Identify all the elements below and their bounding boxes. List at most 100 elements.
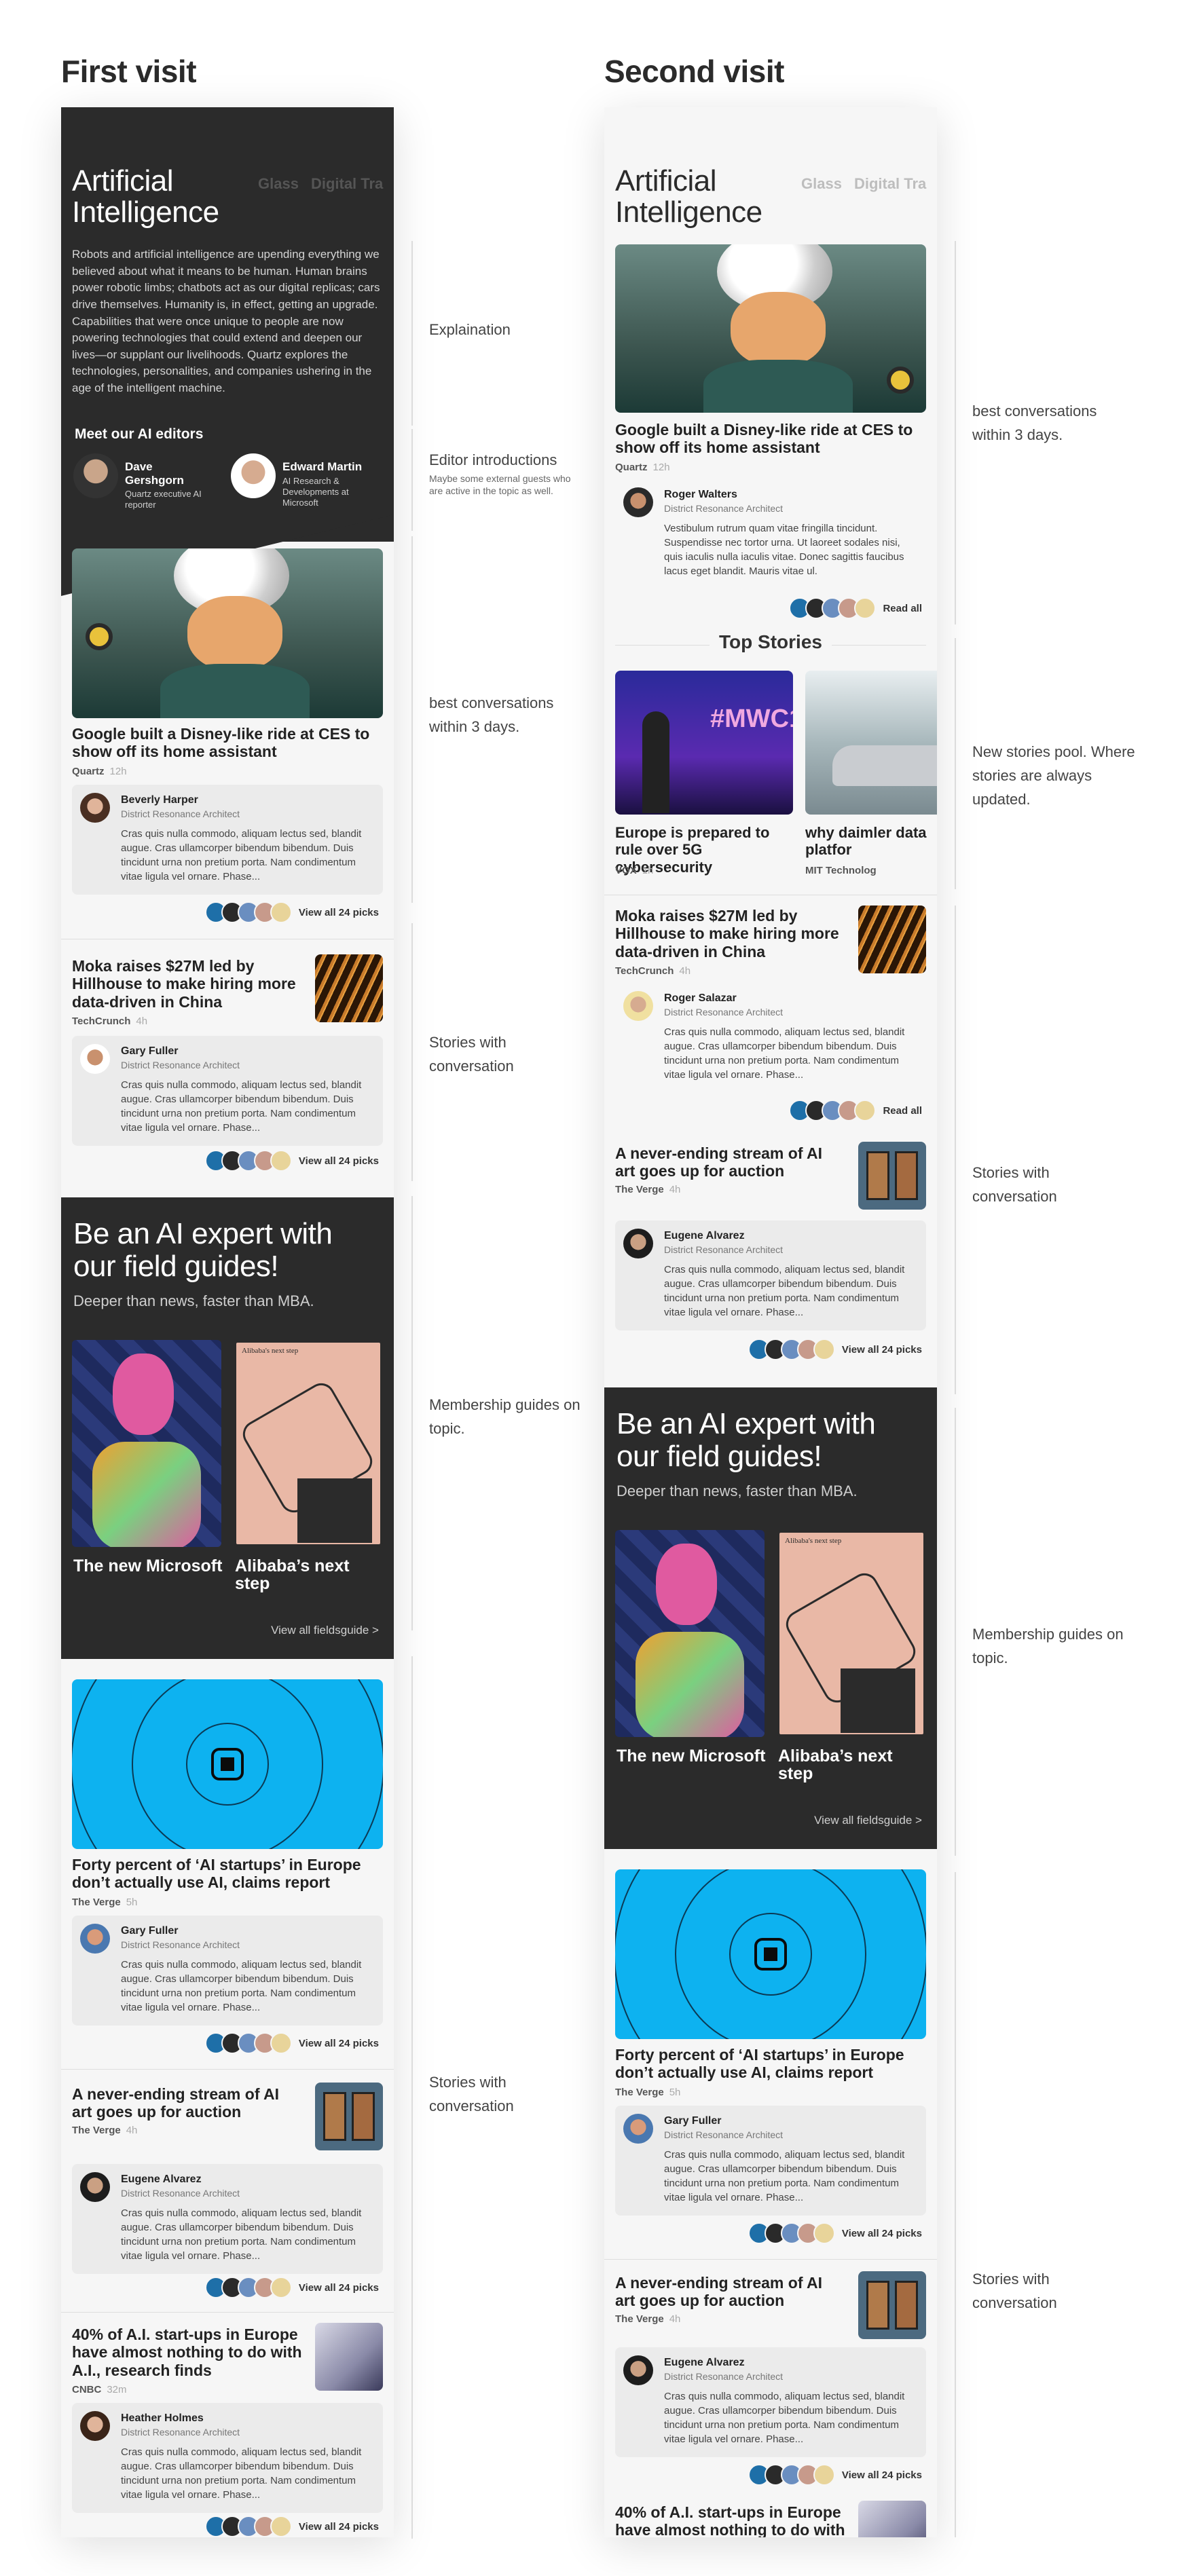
story-headline[interactable]: A never-ending stream of AI art goes up … (615, 2274, 846, 2310)
view-picks[interactable]: View all 24 picks (204, 901, 379, 923)
view-picks[interactable]: View all 24 picks (204, 2032, 379, 2054)
story-meta: The Verge 4h (615, 2313, 681, 2325)
guide-title[interactable]: Alibaba’s next step (778, 1747, 914, 1783)
view-picks[interactable]: View all 24 picks (204, 2277, 379, 2298)
view-all-picks-link[interactable]: View all 24 picks (299, 1155, 379, 1167)
view-picks[interactable]: View all 24 picks (204, 2516, 379, 2537)
story-headline[interactable]: why daimler data platfor (805, 824, 937, 859)
story-thumbnail[interactable] (315, 2323, 383, 2391)
comment-card[interactable]: Gary Fuller District Resonance Architect… (615, 2106, 926, 2216)
annotation-editor-intro-sub: Maybe some external guests who are activ… (429, 473, 571, 497)
comment-card[interactable]: Heather Holmes District Resonance Archit… (72, 2403, 383, 2513)
view-all-picks-link[interactable]: View all 24 picks (842, 2469, 922, 2481)
view-all-picks-link[interactable]: View all 24 picks (842, 2228, 922, 2239)
guide-title[interactable]: Alibaba’s next step (235, 1557, 371, 1593)
story-image[interactable] (615, 244, 926, 413)
commenter-role: District Resonance Architect (664, 503, 784, 514)
story-thumbnail[interactable] (858, 2501, 926, 2537)
second-visit-title: Second visit (604, 54, 784, 89)
commenter-role: District Resonance Architect (664, 2371, 784, 2382)
story-thumbnail[interactable] (858, 906, 926, 973)
commenter-name: Eugene Alvarez (121, 2173, 202, 2185)
read-all-link[interactable]: Read all (883, 603, 922, 614)
comment-card[interactable]: Roger Walters District Resonance Archite… (615, 479, 926, 589)
membership-title: Be an AI expert with our field guides! (73, 1217, 333, 1284)
comment-card[interactable]: Eugene Alvarez District Resonance Archit… (615, 2347, 926, 2457)
story-meta: Quartz 12h (72, 766, 127, 777)
story-thumbnail[interactable] (858, 1142, 926, 1210)
figure-head (656, 1544, 717, 1625)
comment-card[interactable]: Eugene Alvarez District Resonance Archit… (615, 1220, 926, 1330)
commenter-role: District Resonance Architect (121, 808, 240, 819)
character-body (703, 360, 853, 413)
editor-card[interactable]: Edward Martin AI Research & Developments… (231, 453, 384, 508)
comment-text: Cras quis nulla commodo, aliquam lectus … (664, 2149, 905, 2203)
tab-digital[interactable]: Digital Tra (854, 175, 926, 192)
view-all-picks-link[interactable]: View all 24 picks (842, 1344, 922, 1356)
editor-role: AI Research & Developments at Microsoft (282, 475, 349, 508)
story-headline[interactable]: 40% of A.I. start-ups in Europe have alm… (72, 2326, 303, 2379)
view-all-picks-link[interactable]: View all 24 picks (299, 907, 379, 918)
guide-card[interactable] (615, 1530, 765, 1737)
story-image[interactable] (805, 671, 937, 815)
view-all-fieldsguide-link[interactable]: View all fieldsguide > (271, 1624, 379, 1637)
story-image[interactable] (615, 1869, 926, 2039)
story-headline[interactable]: Google built a Disney-like ride at CES t… (72, 725, 383, 761)
comment-card[interactable]: Roger Salazar District Resonance Archite… (615, 983, 926, 1093)
story-image[interactable] (72, 1679, 383, 1849)
avatar (623, 2114, 653, 2144)
comment-card[interactable]: Gary Fuller District Resonance Architect… (72, 1036, 383, 1146)
story-headline[interactable]: 40% of A.I. start-ups in Europe have alm… (615, 2503, 846, 2537)
story-headline[interactable]: A never-ending stream of AI art goes up … (72, 2085, 303, 2121)
comment-text: Cras quis nulla commodo, aliquam lectus … (121, 2446, 362, 2501)
tab-glass[interactable]: Glass (801, 175, 842, 192)
guide-title[interactable]: The new Microsoft (73, 1557, 222, 1575)
view-picks[interactable]: View all 24 picks (748, 2464, 922, 2486)
read-all-link[interactable]: Read all (883, 1105, 922, 1117)
annotation-stories-conversation: Stories with conversation (429, 2074, 514, 2115)
story-meta: Quartz 12h (615, 462, 670, 473)
membership-title: Be an AI expert with our field guides! (616, 1407, 876, 1474)
guide-card[interactable]: Alibaba's next step (234, 1340, 383, 1547)
annotation-bracket (411, 536, 413, 903)
view-all-picks-link[interactable]: View all 24 picks (299, 2038, 379, 2049)
story-thumbnail[interactable] (858, 2271, 926, 2339)
topic-tabs[interactable]: Glass Digital Tra (258, 175, 394, 193)
story-headline[interactable]: Forty percent of ‘AI startups’ in Europe… (615, 2046, 926, 2082)
character-face (187, 596, 282, 671)
story-headline[interactable]: A never-ending stream of AI art goes up … (615, 1144, 846, 1180)
view-all-picks-link[interactable]: View all 24 picks (299, 2282, 379, 2294)
tab-digital[interactable]: Digital Tra (311, 175, 383, 192)
guide-title[interactable]: The new Microsoft (616, 1747, 765, 1766)
view-all-picks-link[interactable]: View all 24 picks (299, 2521, 379, 2533)
comment-card[interactable]: Gary Fuller District Resonance Architect… (72, 1916, 383, 2026)
story-headline[interactable]: Moka raises $27M led by Hillhouse to mak… (615, 907, 846, 960)
story-headline[interactable]: Moka raises $27M led by Hillhouse to mak… (72, 957, 303, 1011)
topic-tabs[interactable]: Glass Digital Tra (801, 175, 937, 193)
annotation-best-conversations: best conversations within 3 days. (972, 403, 1097, 444)
guide-card[interactable] (72, 1340, 221, 1547)
story-headline[interactable]: Forty percent of ‘AI startups’ in Europe… (72, 1856, 383, 1892)
story-meta: TechCrunch 4h (72, 1015, 148, 1027)
story-image[interactable]: #MWC19 (615, 671, 793, 815)
portrait (323, 2092, 346, 2141)
commenter-name: Gary Fuller (121, 1045, 179, 1057)
view-all-fieldsguide-link[interactable]: View all fieldsguide > (814, 1814, 922, 1827)
view-picks[interactable]: View all 24 picks (748, 1339, 922, 1360)
comment-card[interactable]: Eugene Alvarez District Resonance Archit… (72, 2164, 383, 2274)
story-image[interactable] (72, 548, 383, 718)
comment-card[interactable]: Beverly Harper District Resonance Archit… (72, 785, 383, 895)
guide-card[interactable]: Alibaba's next step (777, 1530, 926, 1737)
comment-text: Vestibulum rutrum quam vitae fringilla t… (664, 523, 904, 577)
tab-glass[interactable]: Glass (258, 175, 299, 192)
story-thumbnail[interactable] (315, 954, 383, 1022)
read-all-picks[interactable]: Read all (789, 597, 922, 619)
comment-text: Cras quis nulla commodo, aliquam lectus … (121, 1079, 362, 1134)
commenter-name: Eugene Alvarez (664, 2357, 745, 2368)
editor-card[interactable]: Dave Gershgorn Quartz executive AI repor… (73, 453, 206, 511)
story-headline[interactable]: Google built a Disney-like ride at CES t… (615, 421, 926, 457)
view-picks[interactable]: View all 24 picks (748, 2222, 922, 2244)
story-thumbnail[interactable] (315, 2083, 383, 2150)
read-all-picks[interactable]: Read all (789, 1100, 922, 1121)
view-picks[interactable]: View all 24 picks (204, 1150, 379, 1172)
